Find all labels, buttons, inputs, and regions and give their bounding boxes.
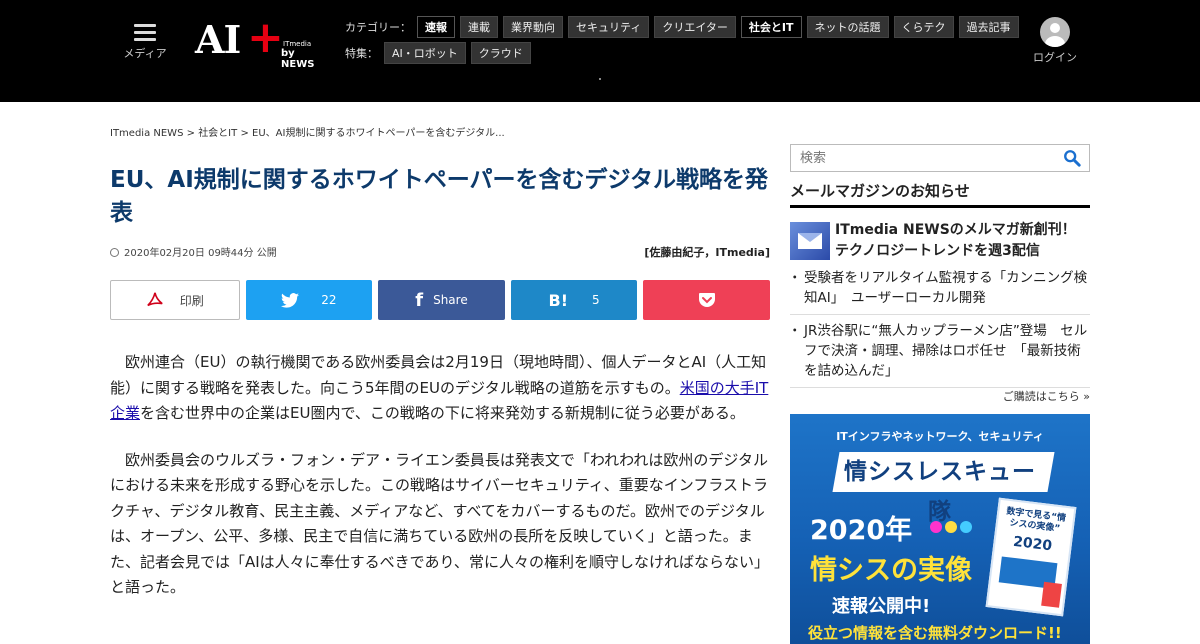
pdf-icon: [147, 292, 163, 307]
category-chip[interactable]: ネットの話題: [806, 16, 889, 38]
feature-nav: 特集： AI・ロボット クラウド: [345, 42, 536, 64]
search-input[interactable]: [791, 145, 1051, 171]
publish-date: 2020年02月20日 09時44分 公開: [124, 248, 277, 259]
breadcrumb-separator: >: [240, 128, 249, 139]
facebook-icon: f: [415, 289, 424, 311]
mailmag-feature[interactable]: ITmedia NEWSのメルマガ新創刊！ テクノロジートレンドを週3配信: [790, 220, 1090, 262]
article-paragraph: 欧州連合（EU）の執行機関である欧州委員会は2月19日（現地時間）、個人データと…: [110, 353, 769, 422]
hatena-count: 5: [592, 293, 600, 307]
breadcrumb-item[interactable]: 社会とIT: [198, 128, 237, 139]
search-icon[interactable]: [1063, 149, 1081, 167]
article-author: [佐藤由紀子，ITmedia]: [644, 246, 770, 259]
twitter-icon: [281, 292, 300, 308]
category-chip[interactable]: 速報: [417, 16, 455, 38]
site-logo[interactable]: AI + ITmedia by NEWS: [195, 14, 330, 71]
share-bar: 印刷 22 f Share B! 5: [110, 280, 770, 322]
pocket-button[interactable]: [643, 280, 770, 320]
clock-icon: [110, 248, 119, 257]
ad-subtitle: ITインフラやネットワーク、セキュリティ: [836, 430, 1044, 443]
mailmag-heading: メールマガジンのお知らせ: [790, 180, 1090, 208]
mailmag-list: 受験者をリアルタイム監視する「カンニング検知AI」 ユーザーローカル開発 JR渋…: [788, 268, 1090, 394]
category-chip[interactable]: くらテク: [893, 16, 954, 38]
subscribe-link[interactable]: ご購読はこちら »: [1003, 388, 1090, 404]
category-chip[interactable]: 業界動向: [503, 16, 563, 38]
feature-label: 特集：: [345, 47, 378, 60]
hatena-bookmark-button[interactable]: B! 5: [510, 280, 638, 320]
twitter-count: 22: [321, 293, 337, 307]
category-chip[interactable]: クリエイター: [654, 16, 736, 38]
print-button[interactable]: 印刷: [110, 280, 240, 320]
category-chip[interactable]: セキュリティ: [568, 16, 650, 38]
login-button[interactable]: ログイン: [1030, 17, 1080, 65]
feature-chip[interactable]: AI・ロボット: [384, 42, 466, 64]
breadcrumb-item[interactable]: ITmedia NEWS: [110, 128, 183, 139]
category-nav: カテゴリー： 速報 連載 業界動向 セキュリティ クリエイター 社会とIT ネッ…: [345, 16, 1024, 38]
facebook-share-button[interactable]: f Share: [378, 280, 505, 320]
site-header: メディア AI + ITmedia by NEWS カテゴリー： 速報 連載 業…: [0, 0, 1200, 102]
facebook-label: Share: [433, 293, 468, 307]
list-item[interactable]: 受験者をリアルタイム監視する「カンニング検知AI」 ユーザーローカル開発: [788, 268, 1090, 315]
feature-chip[interactable]: クラウド: [470, 42, 531, 64]
mail-icon: [790, 222, 830, 260]
breadcrumb: ITmedia NEWS > 社会とIT > EU、AI規制に関するホワイトペー…: [110, 124, 505, 139]
login-label: ログイン: [1033, 51, 1077, 64]
category-chip[interactable]: 連載: [460, 16, 498, 38]
breadcrumb-separator: >: [186, 128, 195, 139]
category-chip[interactable]: 社会とIT: [740, 16, 802, 38]
article-paragraph: 欧州委員会のウルズラ・フォン・デア・ライエン委員長は発表文で「われわれは欧州のデ…: [110, 450, 769, 597]
list-item[interactable]: JR渋谷駅に“無人カップラーメン店”登場 セルフで決済・調理、掃除はロボ任せ 「…: [788, 321, 1090, 388]
ad-footer: 役立つ情報を含む無料ダウンロード!!: [808, 624, 1062, 642]
twitter-share-button[interactable]: 22: [245, 280, 373, 320]
mailmag-feature-text: ITmedia NEWSのメルマガ新創刊！ テクノロジートレンドを週3配信: [835, 222, 1076, 259]
breadcrumb-current: EU、AI規制に関するホワイトペーパーを含むデジタル...: [252, 128, 505, 139]
ad-headline: 情シスの実像: [810, 555, 972, 586]
print-label: 印刷: [179, 293, 204, 308]
ad-callout: 速報公開中!: [832, 596, 931, 617]
hamburger-icon: [134, 24, 156, 41]
ad-book-image: 数字で見る“情シスの実像” 2020: [985, 497, 1077, 617]
pocket-icon: [698, 293, 715, 307]
user-avatar-icon: [1040, 17, 1070, 47]
category-label: カテゴリー：: [345, 21, 411, 34]
search-box: [790, 144, 1090, 172]
hatena-icon: B!: [548, 290, 569, 310]
ad-logo: 情シスレスキュー隊: [832, 452, 1055, 525]
article-body: 欧州連合（EU）の執行機関である欧州委員会は2月19日（現地時間）、個人データと…: [110, 350, 770, 622]
media-menu-button[interactable]: メディア: [120, 20, 170, 61]
divider-dot: [599, 78, 601, 80]
article-title: EU、AI規制に関するホワイトペーパーを含むデジタル戦略を発表: [110, 167, 769, 226]
category-chip[interactable]: 過去記事: [958, 16, 1019, 38]
ad-illustration: [930, 518, 982, 546]
ad-year: 2020年: [810, 515, 913, 546]
article-meta: 2020年02月20日 09時44分 公開 [佐藤由紀子，ITmedia]: [110, 244, 770, 259]
media-menu-label: メディア: [123, 47, 167, 60]
ad-banner[interactable]: ITインフラやネットワーク、セキュリティ 情シスレスキュー隊 2020年 情シス…: [790, 414, 1090, 644]
